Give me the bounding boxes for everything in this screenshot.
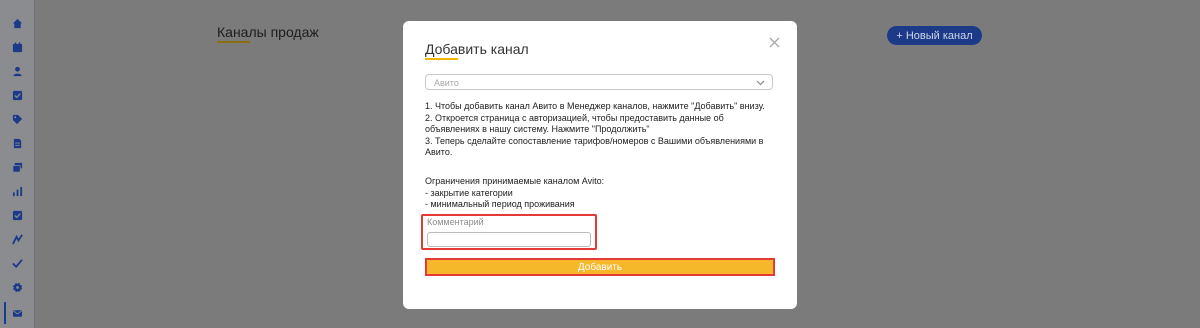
limits-item: - закрытие категории xyxy=(425,187,513,198)
comment-input[interactable] xyxy=(427,232,591,247)
limits-title: Ограничения принимаемые каналом Avito: xyxy=(425,176,605,186)
page-title: Каналы продаж xyxy=(217,24,319,40)
layers-icon[interactable] xyxy=(9,159,25,175)
instruction-step: 1. Чтобы добавить канал Авито в Менеджер… xyxy=(425,101,765,111)
chevron-down-icon xyxy=(756,80,765,86)
tag-icon[interactable] xyxy=(9,111,25,127)
instructions: 1. Чтобы добавить канал Авито в Менеджер… xyxy=(425,101,780,159)
comment-field-group: Комментарий xyxy=(421,214,597,250)
sidebar xyxy=(0,0,35,328)
channel-select-value: Авито xyxy=(434,78,459,88)
checkbox-icon[interactable] xyxy=(9,87,25,103)
add-channel-modal: Добавить канал Авито 1. Чтобы добавить к… xyxy=(403,21,797,309)
limits-block: Ограничения принимаемые каналом Avito: -… xyxy=(425,176,780,211)
check-icon[interactable] xyxy=(9,255,25,271)
user-icon[interactable] xyxy=(9,63,25,79)
mail-icon[interactable] xyxy=(9,305,25,321)
instruction-step: 3. Теперь сделайте сопоставление тарифов… xyxy=(425,135,764,158)
route-icon[interactable] xyxy=(9,231,25,247)
close-button[interactable] xyxy=(767,35,781,49)
gear-icon[interactable] xyxy=(9,279,25,295)
instruction-step: 2. Откроется страница с авторизацией, чт… xyxy=(425,112,724,135)
add-button[interactable]: Добавить xyxy=(425,258,775,276)
limits-item: - минимальный период проживания xyxy=(425,199,575,210)
title-underline xyxy=(217,41,250,43)
comment-label: Комментарий xyxy=(427,217,484,227)
channel-select[interactable]: Авито xyxy=(425,74,773,90)
home-icon[interactable] xyxy=(9,15,25,31)
active-indicator xyxy=(4,302,6,324)
document-icon[interactable] xyxy=(9,135,25,151)
modal-title-underline xyxy=(425,58,458,60)
task-icon[interactable] xyxy=(9,207,25,223)
close-icon xyxy=(769,37,779,47)
modal-title: Добавить канал xyxy=(425,41,529,57)
calendar-icon[interactable] xyxy=(9,39,25,55)
bar-chart-icon[interactable] xyxy=(9,183,25,199)
new-channel-button[interactable]: + Новый канал xyxy=(887,26,982,45)
